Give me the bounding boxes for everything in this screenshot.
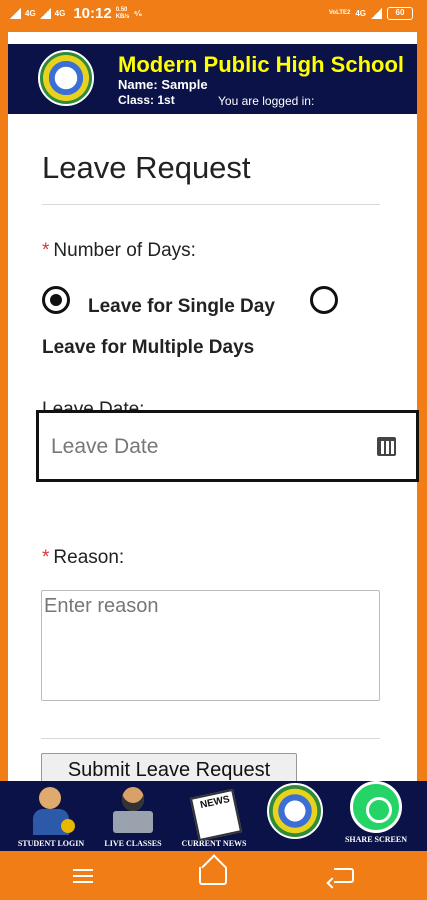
network-speed: 0.50 KB/s [116,7,130,21]
news-icon-text: NEWS [199,794,231,811]
radio-multiple-days-label[interactable]: Leave for Multiple Days [42,337,254,359]
leave-date-field[interactable] [36,410,419,482]
status-bar: 4G 4G 10:12 0.50 KB/s ⁴⁄₆ VoLTE2 4G 60 [0,0,427,32]
number-of-days-text: Number of Days: [53,240,196,261]
clock: 10:12 [73,5,112,22]
nav-live-classes-label: LIVE CLASSES [104,839,162,848]
reason-label: * Reason: [42,547,124,569]
radio-single-day[interactable] [42,286,70,314]
speed-value: 0.50 [115,6,128,13]
school-header-banner: Modern Public High School Name: Sample C… [8,44,417,114]
nav-school-logo[interactable] [262,781,328,851]
whatsapp-icon [350,781,402,833]
reason-textarea[interactable] [41,590,380,701]
key-icon [61,819,75,833]
nav-current-news-label: CURRENT NEWS [181,839,247,848]
speed-unit: KB/s [115,13,130,20]
school-name: Modern Public High School [118,52,404,77]
back-icon[interactable] [334,868,354,883]
student-class: Class: 1st [118,93,175,107]
nav-share-screen-label: SHARE SCREEN [344,835,407,844]
nav-share-screen[interactable]: SHARE SCREEN [340,781,412,851]
school-logo-nav-icon [267,783,323,839]
required-marker: * [42,240,50,261]
signal-icon-right [371,8,382,19]
status-left: 4G 4G 10:12 0.50 KB/s ⁴⁄₆ [10,5,142,22]
number-of-days-label: * Number of Days: [42,240,196,262]
leave-date-input[interactable] [51,431,371,463]
network-type-2: 4G [54,9,66,18]
status-right: VoLTE2 4G 60 [329,7,413,20]
student-login-icon [25,785,77,837]
nav-student-login[interactable]: STUDENT LOGIN [14,781,88,851]
nav-student-login-label: STUDENT LOGIN [17,839,85,848]
signal-icon [10,8,21,19]
network-type-right: 4G [355,9,366,18]
login-status: You are logged in: [218,94,315,108]
network-type-1: 4G [25,9,36,18]
nav-current-news[interactable]: NEWS CURRENT NEWS [176,781,252,851]
divider [42,204,380,205]
radio-single-day-label[interactable]: Leave for Single Day [88,296,275,318]
app-bottom-nav: STUDENT LOGIN LIVE CLASSES NEWS CURRENT … [0,781,427,851]
student-name: Name: Sample [118,77,208,92]
menu-icon[interactable] [73,869,93,883]
required-marker-2: * [42,547,50,568]
school-logo-icon [38,50,94,106]
reason-label-text: Reason: [53,547,125,568]
status-extra: ⁴⁄₆ [133,9,143,18]
home-icon[interactable] [199,867,227,885]
system-nav-bar [0,851,427,900]
radio-multiple-days[interactable] [310,286,338,314]
nav-live-classes[interactable]: LIVE CLASSES [96,781,170,851]
battery-icon: 60 [387,7,413,20]
volte-indicator: VoLTE2 [328,10,351,16]
signal-icon-2 [39,8,51,19]
divider-2 [41,738,380,739]
live-classes-icon [107,785,159,837]
current-news-icon: NEWS [188,785,240,837]
calendar-icon[interactable] [377,437,396,456]
page-title: Leave Request [42,150,251,185]
